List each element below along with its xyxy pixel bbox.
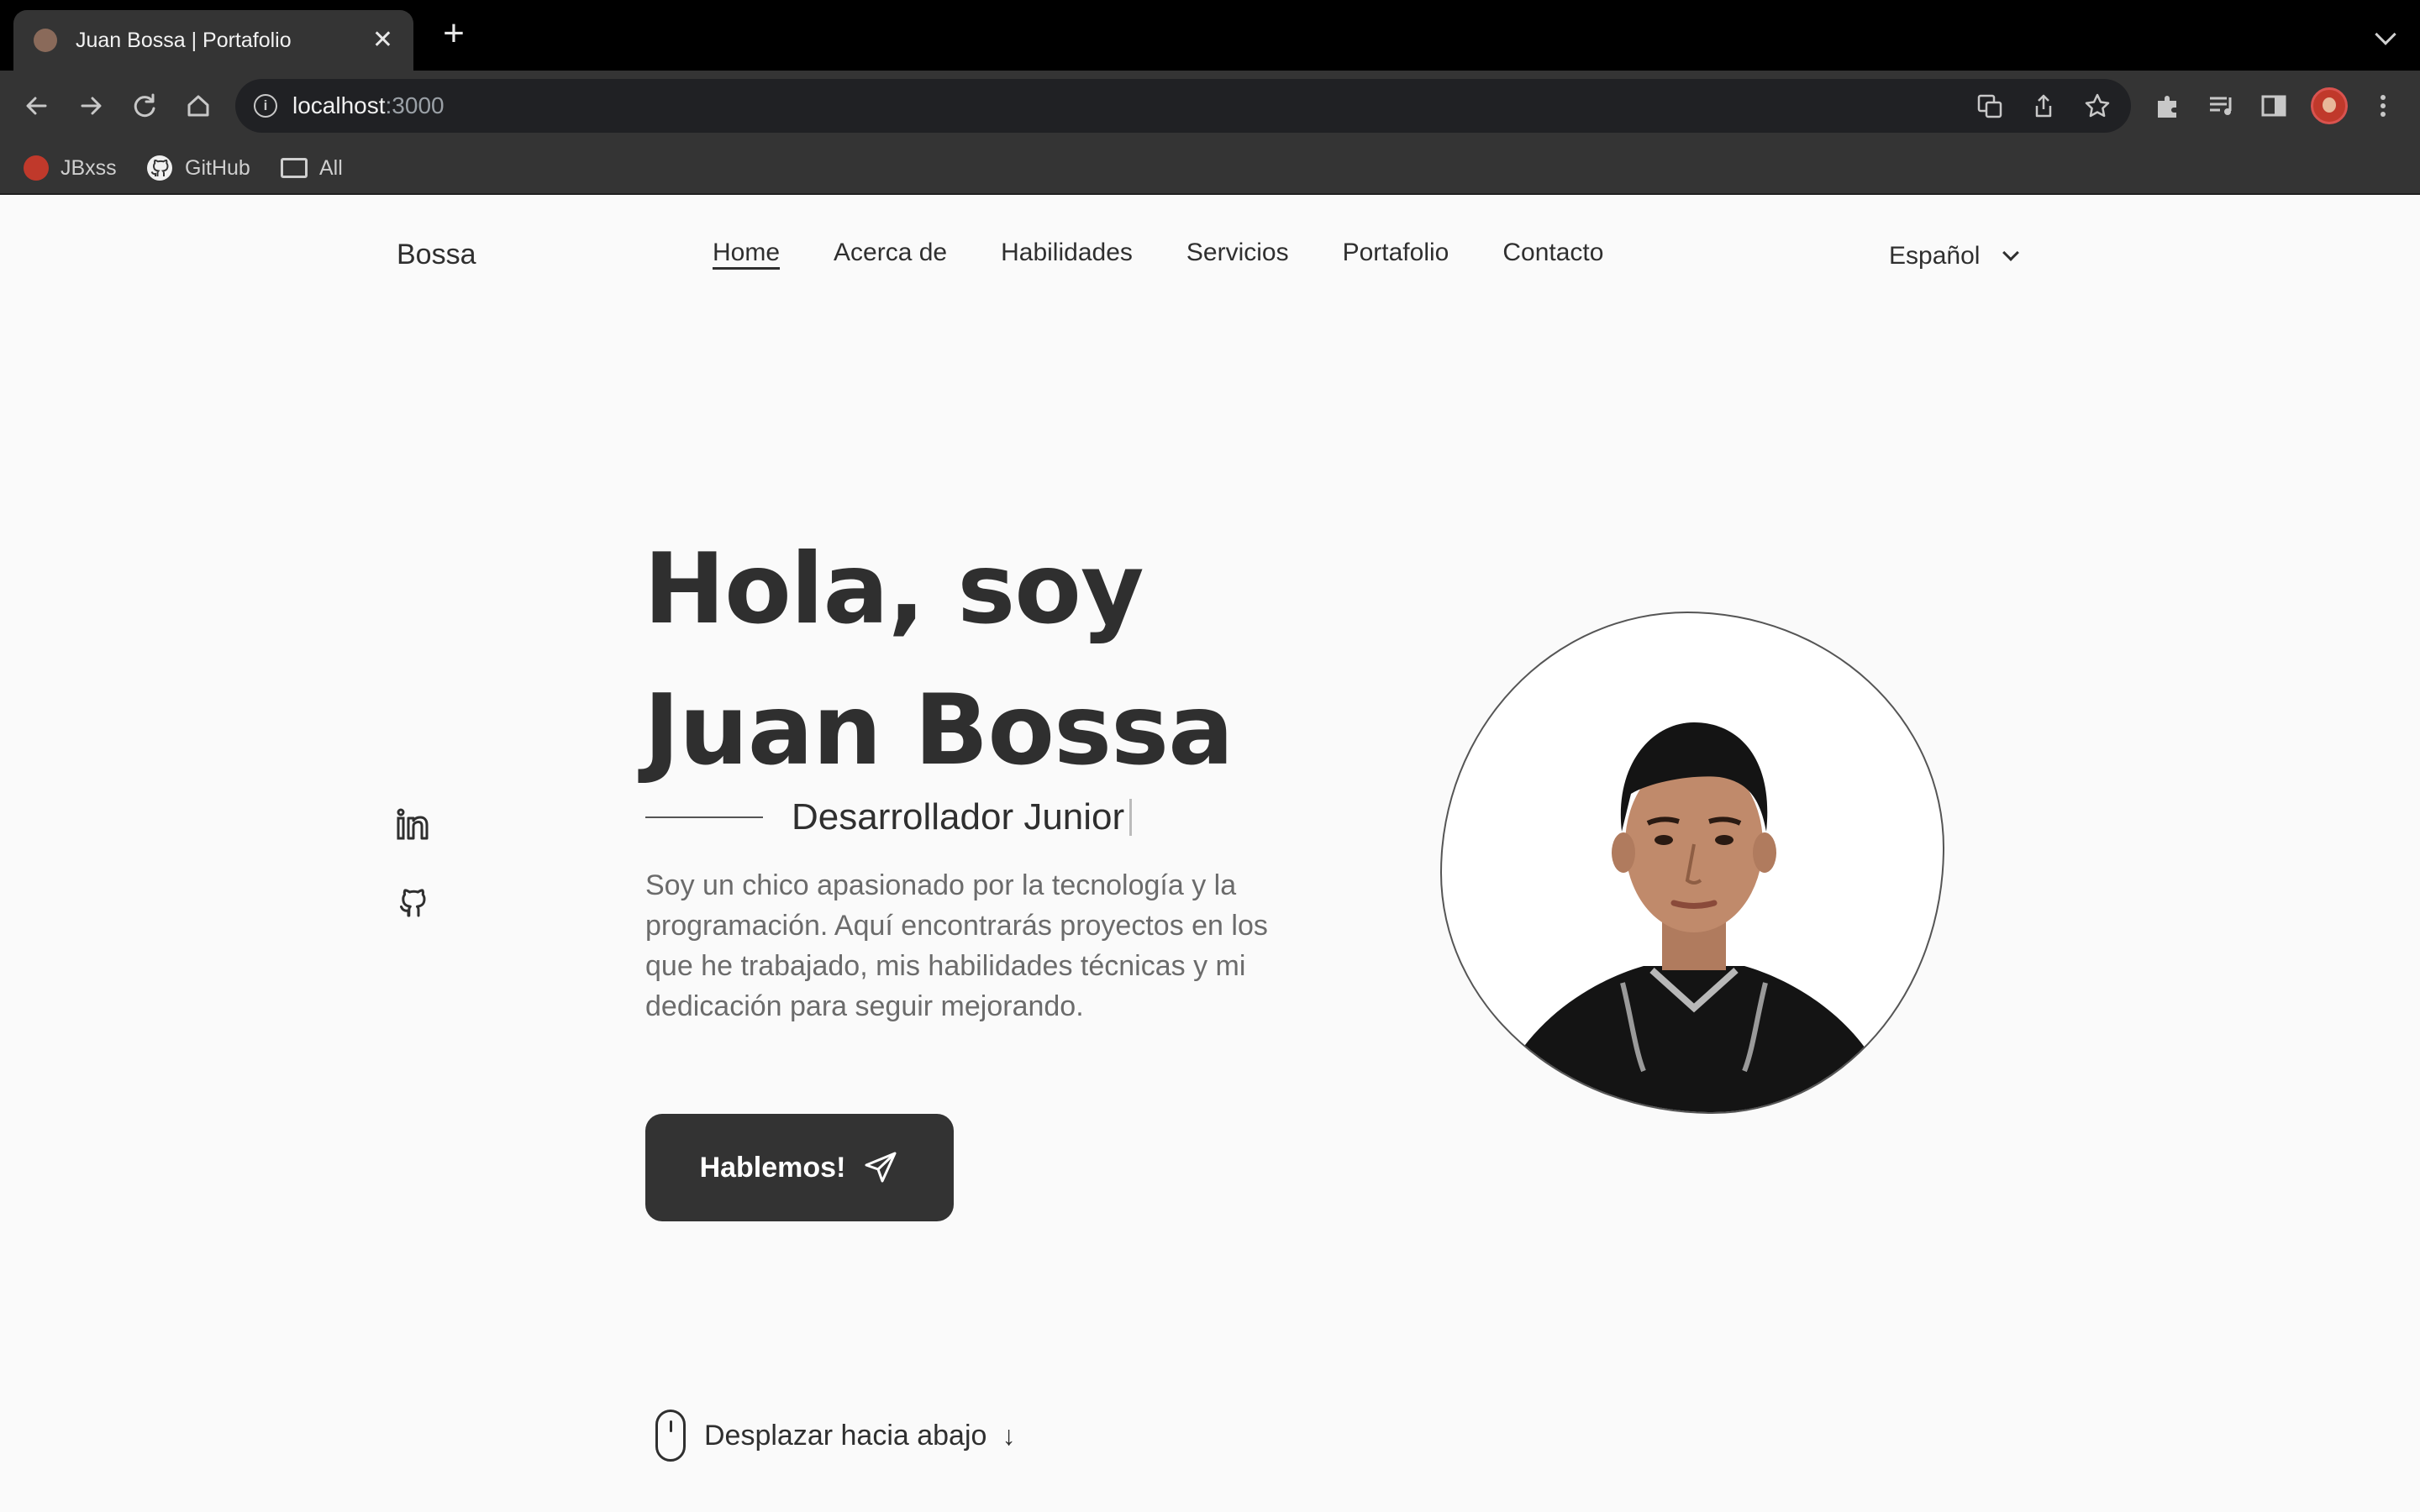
subtitle-divider xyxy=(645,816,763,818)
reload-icon xyxy=(134,93,155,118)
nav-servicios[interactable]: Servicios xyxy=(1186,239,1289,267)
tab-strip: Juan Bossa | Portafolio ✕ + xyxy=(0,0,2420,71)
scroll-down-link[interactable]: Desplazar hacia abajo ↓ xyxy=(655,1410,1015,1462)
typing-cursor xyxy=(1129,799,1133,836)
main-nav: Home Acerca de Habilidades Servicios Por… xyxy=(713,239,1603,267)
back-arrow-icon xyxy=(26,97,47,115)
language-selector[interactable]: Español xyxy=(1889,242,2020,270)
github-icon xyxy=(146,155,173,181)
translate-icon[interactable] xyxy=(1976,92,2003,119)
github-icon xyxy=(400,889,426,917)
address-bar[interactable]: i localhost:3000 xyxy=(235,79,2131,133)
tab-title: Juan Bossa | Portafolio xyxy=(76,28,292,52)
close-tab-icon[interactable]: ✕ xyxy=(372,28,393,53)
chevron-down-icon xyxy=(2002,244,2020,261)
profile-avatar[interactable] xyxy=(2311,87,2348,124)
arrow-down-icon: ↓ xyxy=(1002,1420,1016,1451)
forward-arrow-icon xyxy=(81,97,102,115)
media-control-icon[interactable] xyxy=(2205,89,2238,123)
hero-subtitle: Desarrollador Junior xyxy=(792,796,1125,837)
menu-kebab-icon[interactable] xyxy=(2366,89,2400,123)
share-icon[interactable] xyxy=(2030,92,2057,119)
bookmark-star-icon[interactable] xyxy=(2084,92,2111,119)
github-link[interactable] xyxy=(395,882,432,923)
hero-title: Hola, soy Juan Bossa xyxy=(644,519,1234,801)
nav-acerca-de[interactable]: Acerca de xyxy=(834,239,947,267)
send-icon xyxy=(865,1152,897,1183)
bookmark-label: GitHub xyxy=(185,155,250,180)
folder-icon xyxy=(281,158,308,178)
tab-search-chevron-icon[interactable] xyxy=(2375,24,2396,45)
linkedin-link[interactable] xyxy=(395,806,432,848)
bookmark-label: JBxss xyxy=(60,155,117,180)
bookmark-label: All xyxy=(319,155,343,180)
browser-toolbar: i localhost:3000 xyxy=(0,71,2420,141)
site-info-icon[interactable]: i xyxy=(254,94,277,118)
linkedin-icon xyxy=(397,808,429,840)
mouse-icon xyxy=(655,1410,686,1462)
profile-photo-illustration xyxy=(1492,722,1896,1112)
profile-photo xyxy=(1440,612,1944,1114)
extensions-icon[interactable] xyxy=(2151,89,2185,123)
back-button[interactable] xyxy=(18,87,55,124)
hero-subtitle-row: Desarrollador Junior xyxy=(645,796,1133,838)
reload-button[interactable] xyxy=(126,87,163,124)
nav-habilidades[interactable]: Habilidades xyxy=(1001,239,1133,267)
scroll-label: Desplazar hacia abajo xyxy=(704,1419,987,1452)
language-label: Español xyxy=(1889,242,1981,270)
portfolio-page: Bossa Home Acerca de Habilidades Servici… xyxy=(0,195,2420,1512)
bookmark-jbxss[interactable]: JBxss xyxy=(24,153,117,183)
site-brand[interactable]: Bossa xyxy=(397,239,476,271)
nav-contacto[interactable]: Contacto xyxy=(1502,239,1603,267)
nav-portafolio[interactable]: Portafolio xyxy=(1343,239,1449,267)
avatar-icon xyxy=(24,155,49,181)
home-button[interactable] xyxy=(180,87,217,124)
url-text[interactable]: localhost:3000 xyxy=(292,92,445,119)
hero-description: Soy un chico apasionado por la tecnologí… xyxy=(645,869,1268,1022)
cta-label: Hablemos! xyxy=(699,1151,846,1184)
side-panel-icon[interactable] xyxy=(2257,89,2291,123)
home-icon xyxy=(187,95,209,117)
bookmarks-bar: JBxss GitHub All xyxy=(0,141,2420,195)
hero-title-line2: Juan Bossa xyxy=(644,674,1234,787)
bookmark-all[interactable]: All xyxy=(281,153,343,183)
hero-title-line1: Hola, soy xyxy=(644,533,1144,646)
hablemos-button[interactable]: Hablemos! xyxy=(645,1114,954,1221)
bookmark-github[interactable]: GitHub xyxy=(146,153,250,183)
new-tab-button[interactable]: + xyxy=(437,15,471,52)
forward-button[interactable] xyxy=(72,87,109,124)
favicon-icon xyxy=(34,29,57,52)
nav-home[interactable]: Home xyxy=(713,239,780,267)
browser-tab[interactable]: Juan Bossa | Portafolio ✕ xyxy=(13,10,413,71)
